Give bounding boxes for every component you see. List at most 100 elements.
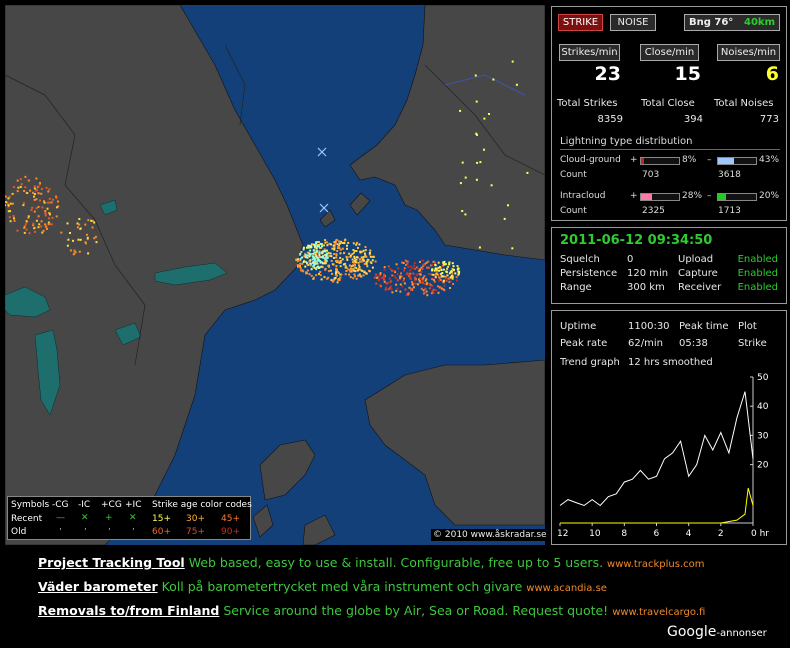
legend-age-60: 60+ (152, 527, 171, 537)
strike-dot (376, 276, 378, 279)
ic-minus-sign: – (707, 191, 712, 201)
cg-plus-bar (640, 157, 680, 165)
strike-dot (66, 222, 69, 225)
strike-dot (400, 272, 402, 275)
ad-3-url[interactable]: www.travelcargo.fi (612, 607, 705, 618)
strike-dot (341, 247, 344, 250)
receiver-label: Receiver (678, 282, 722, 293)
strike-dot (479, 161, 482, 164)
strike-dot (427, 282, 430, 285)
strike-dot (316, 259, 319, 262)
strike-dot (12, 215, 15, 217)
strike-dot (317, 265, 320, 268)
strike-dot (308, 255, 311, 258)
legend-neg-ic-symbol: ✕ (81, 513, 89, 523)
strike-dot (354, 263, 356, 266)
strike-dot (22, 204, 25, 207)
strike-dot (297, 265, 300, 268)
strike-dot (315, 241, 318, 244)
noises-per-min-button[interactable]: Noises/min (717, 44, 780, 61)
strike-dot (326, 241, 328, 244)
map-legend: Symbols -CG -IC +CG +IC Strike age color… (7, 496, 252, 540)
strike-dot (327, 264, 330, 267)
strike-dot (433, 261, 436, 264)
strike-dot (30, 209, 33, 212)
strike-dot (319, 271, 322, 273)
map-copyright: © 2010 www.åskradar.se (431, 529, 549, 541)
strike-dot (323, 244, 325, 247)
strike-dot (25, 220, 28, 223)
strike-dot (331, 263, 334, 266)
strike-dot (362, 258, 364, 261)
cg-minus-pct: 43% (759, 155, 780, 165)
strike-dot (439, 279, 442, 281)
strike-dot (395, 289, 398, 292)
strike-dot (395, 283, 398, 286)
strike-dot (371, 266, 374, 269)
strike-dot (507, 204, 509, 207)
strike-dot (423, 275, 426, 278)
strike-dot (451, 277, 454, 280)
strike-dot (297, 258, 300, 261)
ad-1-title[interactable]: Project Tracking Tool (38, 555, 185, 570)
strike-dot (452, 283, 455, 285)
strike-dot (443, 289, 446, 292)
strike-dot (323, 248, 326, 251)
strike-dot (16, 190, 19, 193)
legend-col-neg-ic: -IC (78, 500, 91, 510)
strike-dot (448, 261, 451, 264)
strike-dot (78, 250, 81, 253)
noise-button[interactable]: NOISE (610, 14, 656, 31)
strike-dot (300, 251, 303, 253)
datetime-display: 2011-06-12 09:34:50 (560, 233, 713, 248)
strike-dot (331, 272, 334, 275)
strike-dot (421, 259, 424, 262)
strike-dot (307, 246, 310, 249)
strike-dot (23, 190, 26, 192)
strike-dot (42, 229, 45, 232)
strike-dot (335, 239, 338, 242)
ic-plus-bar (640, 193, 680, 201)
strike-dot (339, 261, 341, 264)
ic-label: Intracloud (560, 191, 606, 201)
strike-dot (409, 269, 412, 272)
strike-dot (362, 274, 365, 277)
strike-dot (404, 288, 407, 291)
strike-dot (378, 279, 381, 282)
close-per-min-button[interactable]: Close/min (640, 44, 699, 61)
cg-plus-fill (641, 158, 645, 164)
ad-3-title[interactable]: Removals to/from Finland (38, 603, 219, 618)
trend-label: Trend graph (560, 357, 620, 368)
strike-dot (435, 269, 438, 272)
bearing-display[interactable]: Bng 76° 40km (684, 14, 780, 31)
strike-dot (326, 256, 329, 259)
strike-dot (326, 244, 329, 247)
strike-dot (365, 272, 368, 275)
ad-2-url[interactable]: www.acandia.se (526, 583, 607, 594)
strike-dot (308, 273, 311, 276)
ad-1-url[interactable]: www.trackplus.com (607, 559, 704, 570)
strike-dot (422, 292, 425, 295)
strike-dot (310, 262, 313, 265)
lightning-map[interactable]: © 2010 www.åskradar.se (2, 4, 549, 546)
strike-dot (408, 274, 411, 277)
strike-dot (456, 265, 459, 267)
strike-dot (93, 221, 96, 224)
strike-dot (305, 255, 308, 258)
strike-button[interactable]: STRIKE (558, 14, 603, 31)
strike-dot (330, 259, 333, 262)
ad-2-title[interactable]: Väder barometer (38, 579, 158, 594)
strike-dot (391, 274, 394, 277)
google-ads-link[interactable]: Google-annonser (667, 621, 767, 640)
plot-label: Plot (738, 321, 757, 332)
strike-dot (349, 276, 352, 279)
strikes-per-min-button[interactable]: Strikes/min (559, 44, 620, 61)
strike-dot (45, 186, 48, 189)
strike-dot (437, 266, 440, 269)
ic-minus-fill (718, 194, 726, 200)
plot-value[interactable]: Strike (738, 338, 767, 349)
strike-dot (348, 252, 351, 255)
strike-dot (404, 259, 407, 262)
strike-dot (458, 270, 461, 273)
strike-dot (79, 238, 82, 241)
